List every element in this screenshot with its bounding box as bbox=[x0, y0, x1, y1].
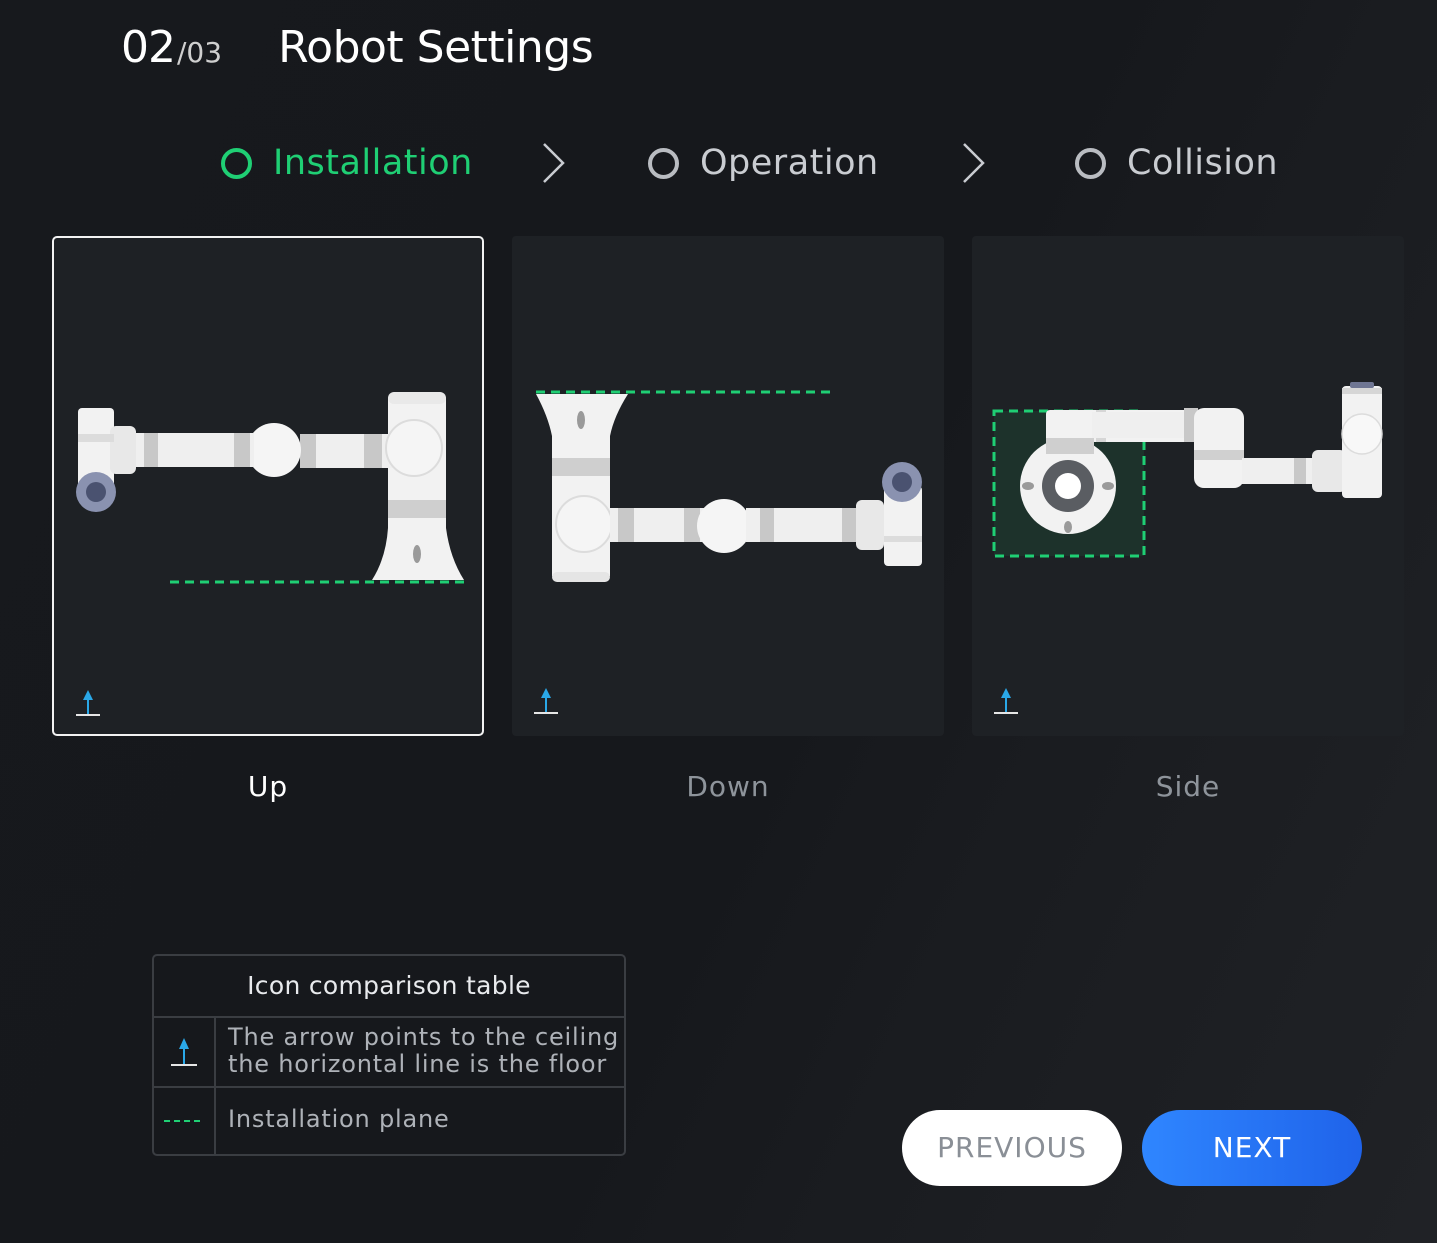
page-title: Robot Settings bbox=[278, 22, 594, 73]
chevron-right-icon bbox=[543, 143, 565, 183]
page-header: 02 /03 Robot Settings bbox=[121, 22, 594, 82]
step-operation[interactable]: Operation bbox=[648, 140, 879, 186]
option-label-side: Side bbox=[1155, 770, 1221, 803]
step-installation[interactable]: Installation bbox=[221, 140, 473, 186]
floor-arrow-icon bbox=[994, 688, 1018, 714]
floor-arrow-icon bbox=[76, 690, 100, 716]
robot-down-illustration bbox=[536, 390, 922, 582]
installation-option-down[interactable] bbox=[512, 236, 944, 736]
legend-text-line: The arrow points to the ceiling bbox=[228, 1023, 619, 1051]
step-status-ring-icon bbox=[1075, 147, 1106, 179]
legend-row: The arrow points to the ceiling the hori… bbox=[154, 1018, 624, 1088]
installation-option-side[interactable] bbox=[972, 236, 1404, 736]
previous-button[interactable]: PREVIOUS bbox=[902, 1110, 1122, 1186]
legend-icon-cell bbox=[154, 1088, 216, 1154]
option-label-down: Down bbox=[686, 770, 770, 803]
robot-side-illustration bbox=[992, 382, 1383, 558]
legend-description: The arrow points to the ceiling the hori… bbox=[216, 1018, 624, 1086]
stepper: Installation Operation Collision bbox=[0, 140, 1437, 186]
step-label: Collision bbox=[1127, 143, 1279, 183]
legend-title: Icon comparison table bbox=[154, 956, 624, 1018]
option-label-up: Up bbox=[247, 770, 289, 803]
step-label: Installation bbox=[273, 143, 473, 183]
legend-row: Installation plane bbox=[154, 1088, 624, 1154]
step-label: Operation bbox=[700, 143, 879, 183]
floor-arrow-icon bbox=[171, 1038, 197, 1066]
robot-up-illustration bbox=[76, 392, 464, 584]
chevron-right-icon bbox=[963, 143, 985, 183]
legend-icon-cell bbox=[154, 1018, 216, 1086]
next-button[interactable]: NEXT bbox=[1142, 1110, 1362, 1186]
dashed-line-icon bbox=[164, 1120, 204, 1122]
legend-description: Installation plane bbox=[228, 1105, 450, 1133]
step-status-ring-icon bbox=[221, 147, 252, 179]
step-total: /03 bbox=[177, 36, 223, 69]
legend-text-line: the horizontal line is the floor bbox=[228, 1050, 608, 1078]
icon-comparison-table: Icon comparison table The arrow points t… bbox=[152, 954, 626, 1156]
floor-arrow-icon bbox=[534, 688, 558, 714]
step-collision[interactable]: Collision bbox=[1075, 140, 1278, 186]
installation-option-up[interactable] bbox=[52, 236, 484, 736]
step-status-ring-icon bbox=[648, 147, 679, 179]
step-current: 02 bbox=[121, 22, 176, 73]
